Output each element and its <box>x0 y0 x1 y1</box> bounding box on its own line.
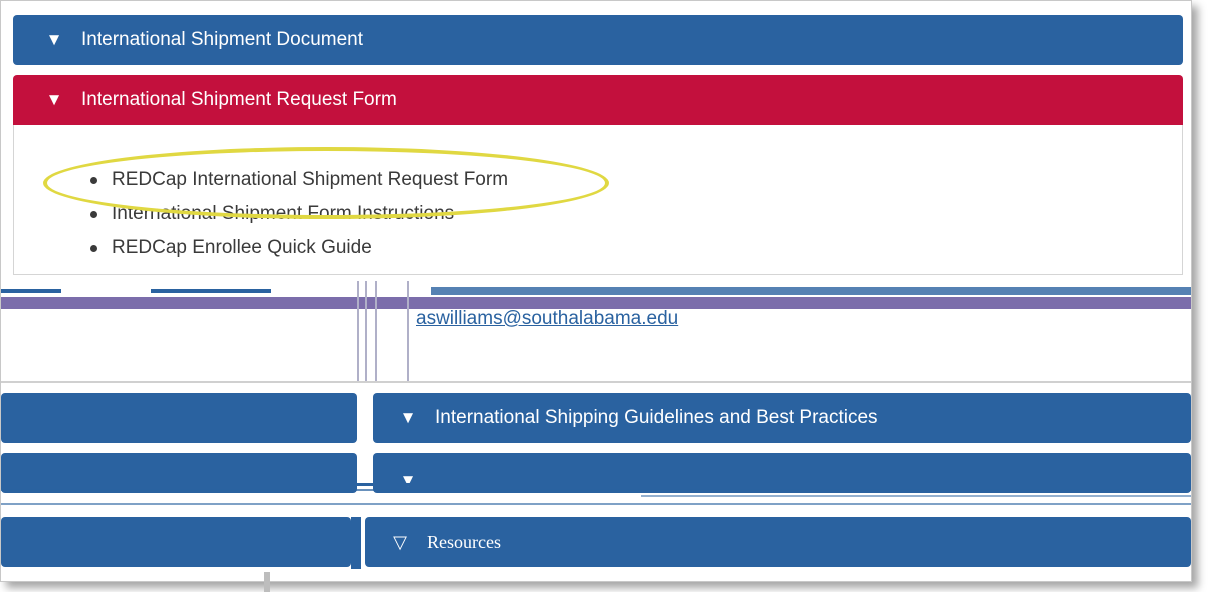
accordion-header-request-form[interactable]: ▼ International Shipment Request Form <box>13 75 1183 125</box>
divider <box>1 381 1191 383</box>
artifact-vertical-lines <box>357 281 413 381</box>
link-form-instructions[interactable]: International Shipment Form Instructions <box>86 197 508 231</box>
screenshot-frame: ▼ International Shipment Document ▼ Inte… <box>0 0 1192 582</box>
accordion-header-shipping-guidelines[interactable]: ▼ International Shipping Guidelines and … <box>373 393 1191 443</box>
contact-email-link[interactable]: aswilliams@southalabama.edu <box>416 308 678 330</box>
accordion-title: Resources <box>427 531 501 552</box>
artifact-streak <box>1 489 1191 491</box>
link-enrollee-quick-guide[interactable]: REDCap Enrollee Quick Guide <box>86 231 508 265</box>
link-list: REDCap International Shipment Request Fo… <box>86 163 508 265</box>
accordion-header-left-column[interactable] <box>1 517 351 567</box>
artifact-streak <box>151 289 271 293</box>
rendering-artifact-scanlines <box>1 479 1191 509</box>
accordion-header-left-column[interactable] <box>1 393 357 443</box>
link-redcap-request-form[interactable]: REDCap International Shipment Request Fo… <box>86 163 508 197</box>
artifact-streak <box>1 483 1191 486</box>
artifact-marker <box>264 572 270 592</box>
accordion-title: International Shipment Document <box>81 29 363 50</box>
artifact-streak <box>431 287 1191 295</box>
triangle-down-icon: ▼ <box>399 408 417 427</box>
accordion-title: International Shipment Request Form <box>81 89 397 110</box>
artifact-streak <box>641 495 1191 497</box>
accordion-panel-request-form: REDCap International Shipment Request Fo… <box>13 125 1183 275</box>
accordion-title: International Shipping Guidelines and Be… <box>435 407 878 428</box>
artifact-streak <box>1 503 1191 505</box>
triangle-down-outline-icon: ▽ <box>393 531 407 552</box>
triangle-down-icon: ▼ <box>45 90 63 109</box>
accordion-header-shipment-document[interactable]: ▼ International Shipment Document <box>13 15 1183 65</box>
triangle-down-icon: ▼ <box>45 30 63 49</box>
artifact-streak <box>1 289 61 293</box>
column-divider <box>351 517 361 569</box>
accordion-header-resources[interactable]: ▽ Resources <box>365 517 1191 567</box>
